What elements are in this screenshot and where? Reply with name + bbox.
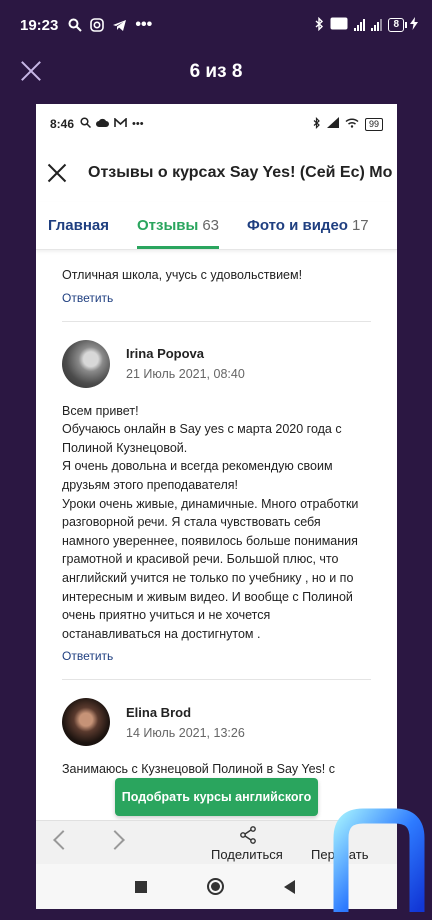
page-title: Отзывы о курсах Say Yes! (Сей Ес) Мо <box>88 164 393 181</box>
battery-indicator: 99 <box>364 117 383 131</box>
tab-bar: Главная Отзывы 63 Фото и видео 17 <box>36 202 397 250</box>
review-line: английский учится не только по учебнику … <box>62 570 354 585</box>
review-line: интересным и живым видео. И вообще с Пол… <box>62 589 353 604</box>
volte-icon <box>330 17 348 33</box>
review-item: Elina Brod 14 Июль 2021, 13:26 Занимаюсь… <box>62 698 371 779</box>
review-line: друзьям этого преподавателя! <box>62 477 238 492</box>
close-icon[interactable] <box>20 60 42 82</box>
author-name[interactable]: Elina Brod <box>126 705 245 720</box>
back-arrow-icon[interactable] <box>53 830 73 850</box>
cloud-icon <box>96 118 110 130</box>
more-dots-icon: ••• <box>132 118 144 130</box>
find-courses-button[interactable]: Подобрать курсы английского <box>115 778 318 816</box>
telegram-icon <box>112 19 127 32</box>
charging-icon <box>410 17 418 33</box>
tab-photos-videos[interactable]: Фото и видео 17 <box>247 202 369 249</box>
review-text: Занимаюсь с Кузнецовой Полиной в Say Yes… <box>62 762 335 777</box>
tab-main[interactable]: Главная <box>48 202 109 249</box>
tab-count: 17 <box>351 217 369 234</box>
avatar[interactable] <box>62 339 110 388</box>
review-item: Отличная школа, учусь с удовольствием! О… <box>62 250 371 322</box>
reply-link[interactable]: Ответить <box>62 649 113 663</box>
outer-status-bar: 19:23 ••• 8 <box>0 0 432 50</box>
signal-icon <box>326 117 339 131</box>
inner-status-time: 8:46 <box>50 117 75 131</box>
tab-reviews[interactable]: Отзывы 63 <box>137 202 220 249</box>
review-line: разговорной речи. Я стала чувствовать се… <box>62 515 321 530</box>
divider <box>62 679 371 681</box>
inner-status-right: 99 <box>313 116 383 132</box>
instagram-icon <box>90 18 105 32</box>
wifi-icon <box>345 117 359 131</box>
review-date: 21 Июль 2021, 08:40 <box>126 367 245 382</box>
divider <box>62 320 371 322</box>
search-icon <box>68 18 83 32</box>
viewer-header: 6 из 8 <box>0 50 432 94</box>
inner-status-bar: 8:46 ••• 99 <box>36 104 397 144</box>
home-icon[interactable] <box>207 878 224 895</box>
review-line: Обучаюсь онлайн в Say yes с марта 2020 г… <box>62 422 342 437</box>
image-counter: 6 из 8 <box>189 61 243 82</box>
app-header: Отзывы о курсах Say Yes! (Сей Ес) Мо <box>36 144 397 202</box>
review-text: Отличная школа, учусь с удовольствием! <box>62 268 303 282</box>
review-author: Irina Popova 21 Июль 2021, 08:40 <box>62 339 371 388</box>
author-name[interactable]: Irina Popova <box>126 346 245 361</box>
reply-link[interactable]: Ответить <box>62 291 113 305</box>
outer-status-time: 19:23 <box>20 16 59 34</box>
forward-arrow-icon[interactable] <box>105 830 125 850</box>
battery-indicator: 8 <box>388 18 407 32</box>
review-line: намного увереннее, появилось больше пони… <box>62 533 358 548</box>
screenshot-frame: 8:46 ••• 99 Отзывы о курсах Say Yes! (Се… <box>36 104 397 909</box>
bluetooth-icon <box>315 16 324 34</box>
review-text: Всем привет! Обучаюсь онлайн в Say yes с… <box>62 402 371 644</box>
bluetooth-icon <box>313 116 321 132</box>
avatar[interactable] <box>62 698 110 747</box>
review-author: Elina Brod 14 Июль 2021, 13:26 <box>62 698 371 747</box>
share-button[interactable]: Поделиться <box>211 847 283 862</box>
tab-label: Фото и видео <box>247 217 348 234</box>
tab-label: Главная <box>48 217 110 234</box>
close-icon[interactable] <box>48 164 66 182</box>
tab-label: Отзывы <box>137 217 199 234</box>
review-item: Irina Popova 21 Июль 2021, 08:40 Всем пр… <box>62 339 371 681</box>
review-line: Уроки очень живые, динамичные. Много отр… <box>62 496 359 511</box>
app-logo-icon <box>333 808 425 912</box>
signal-icon-2 <box>371 19 383 31</box>
signal-icon <box>354 19 366 31</box>
review-line: Всем привет! <box>62 403 139 418</box>
review-line: останавливаться на достигнутом . <box>62 626 261 641</box>
back-icon[interactable] <box>284 880 295 894</box>
tab-count: 63 <box>202 217 220 234</box>
review-line: Я очень довольна и всегда рекомендую сво… <box>62 459 333 474</box>
outer-status-right: 8 <box>315 0 418 50</box>
review-line: очень приятно учиться и не хочется <box>62 608 271 623</box>
more-dots-icon: ••• <box>135 16 153 33</box>
review-line: грамотной и красивой речи. Большой плюс,… <box>62 552 339 567</box>
mail-icon <box>114 116 127 131</box>
review-line: Полиной Кузнецовой. <box>62 440 188 455</box>
search-icon <box>80 117 92 131</box>
reviews-list: Отличная школа, учусь с удовольствием! О… <box>36 250 397 779</box>
review-date: 14 Июль 2021, 13:26 <box>126 725 245 740</box>
recents-icon[interactable] <box>135 881 147 893</box>
